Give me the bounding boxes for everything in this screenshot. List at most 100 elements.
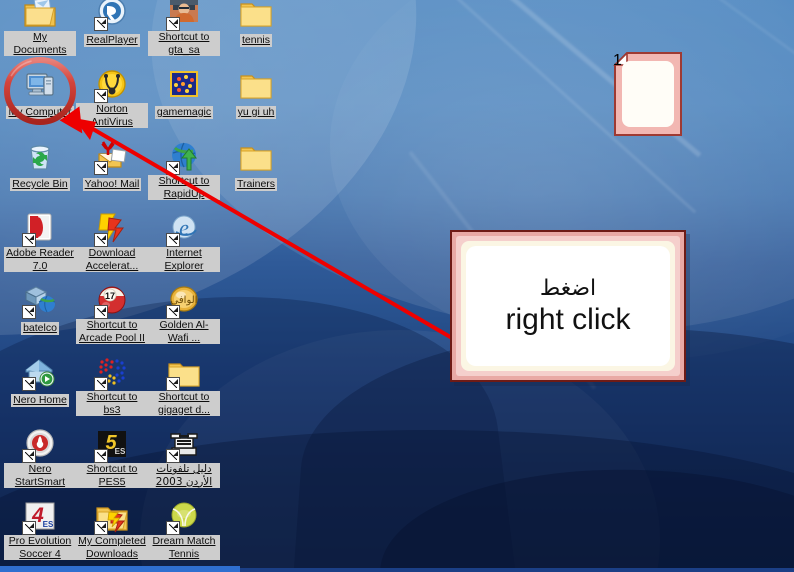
folder-icon bbox=[166, 356, 201, 391]
desktop-icon-label: batelco bbox=[21, 322, 59, 335]
shortcut-arrow-icon bbox=[166, 233, 180, 247]
desktop-icon-2003[interactable]: دليل تلفونات الأردن 2003 bbox=[148, 428, 220, 490]
desktop-icon-label: Dream Match Tennis bbox=[148, 535, 220, 560]
desktop-icon-label: Recycle Bin bbox=[10, 178, 70, 191]
desktop-icon-label: Shortcut to bs3 bbox=[76, 391, 148, 416]
desktop-icon-label: Shortcut to PES5 bbox=[76, 463, 148, 488]
desktop-icon-internet-explorer[interactable]: e Internet Explorer bbox=[148, 212, 220, 274]
download-accelerator-icon bbox=[94, 212, 129, 247]
desktop-icon-label: دليل تلفونات الأردن 2003 bbox=[148, 463, 220, 488]
desktop-icon-label: Shortcut to gta_sa bbox=[148, 31, 220, 56]
desktop-icon-label: My Documents bbox=[4, 31, 76, 56]
desktop-icon-label: Download Accelerat... bbox=[76, 247, 148, 272]
instruction-callout: اضغط right click bbox=[450, 230, 686, 382]
svg-text:ES: ES bbox=[115, 447, 126, 456]
desktop-icon-shortcut-to-bs3[interactable]: Shortcut to bs3 bbox=[76, 356, 148, 418]
svg-text:e: e bbox=[179, 215, 189, 240]
shortcut-arrow-icon bbox=[166, 305, 180, 319]
shortcut-arrow-icon bbox=[22, 233, 36, 247]
callout-inner: اضغط right click bbox=[466, 246, 670, 366]
desktop-icon-nero-startsmart[interactable]: Nero StartSmart bbox=[4, 428, 76, 490]
desktop-icon-yahoo-mail[interactable]: Yahoo! Mail bbox=[76, 140, 148, 192]
rapidup-globe-icon bbox=[166, 140, 201, 175]
desktop-icon-dream-match-tennis[interactable]: Dream Match Tennis bbox=[148, 500, 220, 562]
callout-english-text: right click bbox=[505, 302, 631, 336]
desktop-icon-shortcut-to-gigaget-d[interactable]: Shortcut to gigaget d... bbox=[148, 356, 220, 418]
completed-downloads-icon bbox=[94, 500, 129, 535]
nero-startsmart-icon bbox=[22, 428, 57, 463]
shortcut-arrow-icon bbox=[22, 377, 36, 391]
desktop-icon-batelco[interactable]: batelco bbox=[4, 284, 76, 336]
desktop-icon-recycle-bin[interactable]: Recycle Bin bbox=[4, 140, 76, 192]
shortcut-arrow-icon bbox=[166, 521, 180, 535]
step-number-marker bbox=[613, 52, 682, 136]
desktop-icon-grid: My Documents RealPlayer Shortcut to gta_sa… bbox=[0, 0, 278, 572]
shortcut-arrow-icon bbox=[22, 521, 36, 535]
shortcut-arrow-icon bbox=[22, 305, 36, 319]
shortcut-arrow-icon bbox=[94, 233, 108, 247]
gamemagic-icon bbox=[167, 68, 201, 102]
desktop-icon-label: Shortcut to gigaget d... bbox=[148, 391, 220, 416]
gta-sa-icon bbox=[166, 0, 201, 31]
desktop-icon-label: Golden Al-Wafi ... bbox=[148, 319, 220, 344]
shortcut-arrow-icon bbox=[94, 17, 108, 31]
desktop-icon-my-computer[interactable]: My Computer bbox=[4, 68, 76, 120]
desktop-icon-pro-evolution-soccer-4[interactable]: 4 ES Pro Evolution Soccer 4 bbox=[4, 500, 76, 562]
folder-icon bbox=[239, 140, 273, 174]
desktop-screen: My Documents RealPlayer Shortcut to gta_sa… bbox=[0, 0, 794, 572]
folder-icon bbox=[239, 0, 273, 30]
svg-text:17: 17 bbox=[105, 291, 115, 301]
desktop-icon-tennis[interactable]: tennis bbox=[220, 0, 292, 48]
desktop-icon-shortcut-to-pes5[interactable]: 5 ES Shortcut to PES5 bbox=[76, 428, 148, 490]
desktop-icon-label: My Completed Downloads bbox=[76, 535, 148, 560]
desktop-icon-shortcut-to-rapidup[interactable]: Shortcut to RapidUp bbox=[148, 140, 220, 202]
recycle-bin-icon bbox=[23, 140, 57, 174]
desktop-icon-my-completed-downloads[interactable]: My Completed Downloads bbox=[76, 500, 148, 562]
desktop-icon-label: gamemagic bbox=[154, 106, 214, 119]
desktop-icon-label: Nero Home bbox=[11, 394, 69, 407]
dream-match-tennis-icon bbox=[166, 500, 201, 535]
shortcut-arrow-icon bbox=[94, 377, 108, 391]
internet-explorer-icon: e bbox=[166, 212, 201, 247]
desktop-icon-download-accelerat[interactable]: Download Accelerat... bbox=[76, 212, 148, 274]
folder-icon bbox=[239, 68, 273, 102]
desktop-icon-label: Adobe Reader 7.0 bbox=[4, 247, 76, 272]
shortcut-arrow-icon bbox=[22, 449, 36, 463]
desktop-icon-gamemagic[interactable]: gamemagic bbox=[148, 68, 220, 120]
desktop-icon-nero-home[interactable]: Nero Home bbox=[4, 356, 76, 408]
desktop-icon-label: Shortcut to RapidUp bbox=[148, 175, 220, 200]
pes5-icon: 5 ES bbox=[94, 428, 129, 463]
callout-pink-layer: اضغط right click bbox=[456, 236, 680, 376]
desktop-icon-shortcut-to-gta-sa[interactable]: Shortcut to gta_sa bbox=[148, 0, 220, 58]
desktop-icon-label: My Computer bbox=[6, 106, 74, 119]
shortcut-arrow-icon bbox=[166, 377, 180, 391]
adobe-reader-icon bbox=[22, 212, 57, 247]
desktop-icon-label: Shortcut to Arcade Pool II bbox=[76, 319, 148, 344]
shortcut-arrow-icon bbox=[94, 521, 108, 535]
desktop-icon-norton-antivirus[interactable]: Norton AntiVirus bbox=[76, 68, 148, 130]
desktop-icon-trainers[interactable]: Trainers bbox=[220, 140, 292, 192]
golden-alwafi-icon: الوافي bbox=[166, 284, 201, 319]
shortcut-arrow-icon bbox=[166, 17, 180, 31]
desktop-icon-label: Nero StartSmart bbox=[4, 463, 76, 488]
realplayer-icon bbox=[94, 0, 129, 31]
shortcut-arrow-icon bbox=[94, 449, 108, 463]
shortcut-arrow-icon bbox=[166, 449, 180, 463]
desktop-icon-label: tennis bbox=[239, 34, 273, 47]
batelco-icon bbox=[22, 284, 57, 319]
shortcut-arrow-icon bbox=[94, 161, 108, 175]
desktop-icon-label: Pro Evolution Soccer 4 bbox=[4, 535, 76, 560]
desktop-icon-label: Trainers bbox=[234, 178, 278, 191]
callout-cream-layer: اضغط right click bbox=[461, 241, 675, 371]
callout-arabic-text: اضغط bbox=[539, 275, 597, 301]
pes4-icon: 4 ES bbox=[22, 500, 57, 535]
desktop-icon-adobe-reader-7-0[interactable]: Adobe Reader 7.0 bbox=[4, 212, 76, 274]
desktop-icon-realplayer[interactable]: RealPlayer bbox=[76, 0, 148, 48]
desktop-icon-yu-gi-uh[interactable]: yu gi uh bbox=[220, 68, 292, 120]
shortcut-arrow-icon bbox=[94, 89, 108, 103]
desktop-icon-golden-al-wafi[interactable]: الوافي Golden Al-Wafi ... bbox=[148, 284, 220, 346]
arcade-pool-icon: 17 bbox=[94, 284, 129, 319]
desktop-icon-my-documents[interactable]: My Documents bbox=[4, 0, 76, 58]
desktop-icon-label: RealPlayer bbox=[84, 34, 140, 47]
desktop-icon-shortcut-to-arcade-pool-ii[interactable]: 17 Shortcut to Arcade Pool II bbox=[76, 284, 148, 346]
